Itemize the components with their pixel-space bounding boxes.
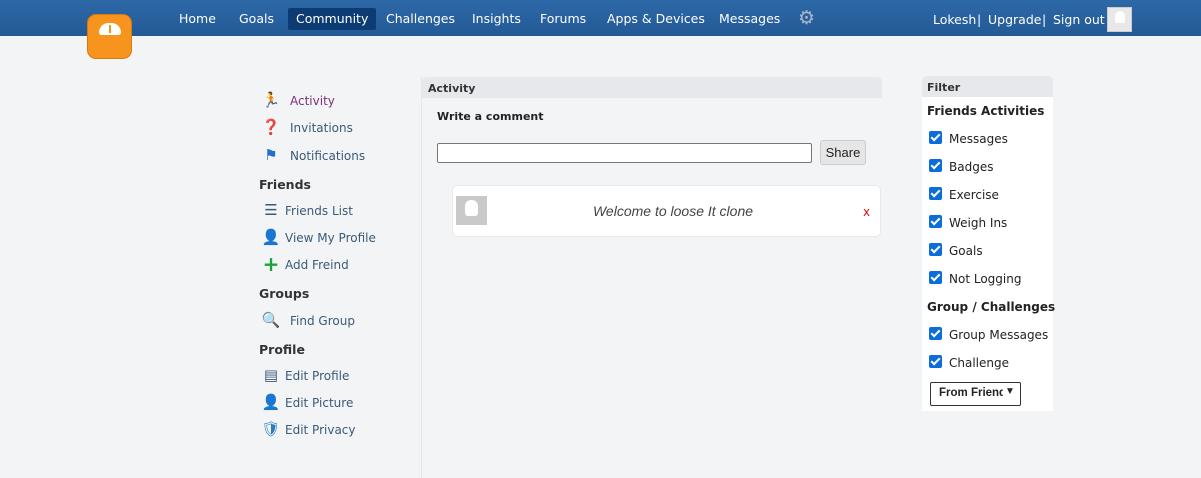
divider — [421, 76, 422, 478]
filter-label: Goals — [949, 244, 983, 258]
list-icon: ☰ — [264, 201, 278, 219]
checkbox[interactable] — [929, 271, 942, 284]
nav-insights[interactable]: Insights — [464, 8, 529, 30]
nav-apps-devices[interactable]: Apps & Devices — [599, 8, 713, 30]
filter-label: Badges — [949, 160, 994, 174]
filter-label: Not Logging — [949, 272, 1022, 286]
checkbox[interactable] — [929, 327, 942, 340]
separator: | — [977, 12, 982, 27]
nav-community[interactable]: Community — [288, 8, 377, 30]
filter-label: Weigh Ins — [949, 216, 1008, 230]
search-group-icon: 🔍 — [261, 311, 281, 329]
activity-panel-header: Activity — [422, 77, 882, 98]
close-icon[interactable]: x — [863, 205, 870, 219]
sidebar-item-label: Find Group — [290, 314, 355, 328]
username-link[interactable]: Lokesh — [933, 12, 976, 27]
post-message: Welcome to loose It clone — [592, 203, 754, 219]
chevron-down-icon: ▼ — [1003, 386, 1017, 397]
signout-link[interactable]: Sign out — [1053, 12, 1105, 27]
plus-icon: + — [262, 252, 280, 276]
activity-post: Welcome to loose It clone x — [452, 185, 881, 237]
friends-activities-heading: Friends Activities — [927, 104, 1045, 118]
nav-home[interactable]: Home — [171, 8, 224, 30]
nav-messages[interactable]: Messages — [711, 8, 788, 30]
write-comment-label: Write a comment — [437, 110, 544, 123]
separator: | — [1042, 12, 1047, 27]
nav-goals[interactable]: Goals — [231, 8, 282, 30]
checkbox[interactable] — [929, 159, 942, 172]
filter-header: Filter — [922, 76, 1053, 97]
app-logo-icon[interactable] — [87, 14, 132, 59]
group-challenges-heading: Group / Challenges — [927, 300, 1056, 314]
nav-forums[interactable]: Forums — [532, 8, 594, 30]
sidebar-item-label: View My Profile — [285, 231, 376, 245]
select-value: From Friends — [939, 387, 1013, 399]
comment-input[interactable] — [437, 143, 812, 163]
id-card-icon: ▤ — [263, 366, 279, 384]
picture-icon: 👤 — [261, 393, 281, 411]
filter-label: Challenge — [949, 356, 1009, 370]
checkbox[interactable] — [929, 355, 942, 368]
sidebar-item-label: Activity — [290, 94, 335, 108]
friends-heading: Friends — [259, 177, 311, 192]
upgrade-link[interactable]: Upgrade — [988, 12, 1041, 27]
sidebar-item-label: Notifications — [290, 149, 366, 163]
groups-heading: Groups — [259, 286, 310, 301]
nav-challenges[interactable]: Challenges — [378, 8, 463, 30]
avatar[interactable] — [1107, 7, 1132, 32]
gear-icon[interactable]: ⚙ — [798, 9, 816, 28]
filter-source-select[interactable]: From Friends ▼ — [930, 382, 1021, 406]
invitation-icon: ❓ — [261, 118, 281, 136]
shield-icon: 🛡 — [261, 420, 281, 438]
checkbox[interactable] — [929, 131, 942, 144]
flag-icon: ⚑ — [264, 146, 278, 164]
profile-icon: 👤 — [261, 228, 281, 246]
share-button[interactable]: Share — [820, 140, 866, 165]
sidebar-item-label: Edit Privacy — [285, 423, 356, 437]
sidebar-item-label: Friends List — [285, 204, 353, 218]
sidebar-item-label: Edit Picture — [285, 396, 354, 410]
filter-label: Messages — [949, 132, 1008, 146]
filter-label: Exercise — [949, 188, 999, 202]
sidebar-item-label: Add Freind — [285, 258, 349, 272]
filter-label: Group Messages — [949, 328, 1049, 342]
sidebar-item-label: Edit Profile — [285, 369, 350, 383]
running-person-icon: 🏃 — [261, 91, 281, 109]
checkbox[interactable] — [929, 243, 942, 256]
sidebar-item-label: Invitations — [290, 121, 353, 135]
top-navigation-bar: Home Goals Community Challenges Insights… — [0, 0, 1201, 36]
checkbox[interactable] — [929, 187, 942, 200]
checkbox[interactable] — [929, 215, 942, 228]
profile-heading: Profile — [259, 342, 305, 357]
